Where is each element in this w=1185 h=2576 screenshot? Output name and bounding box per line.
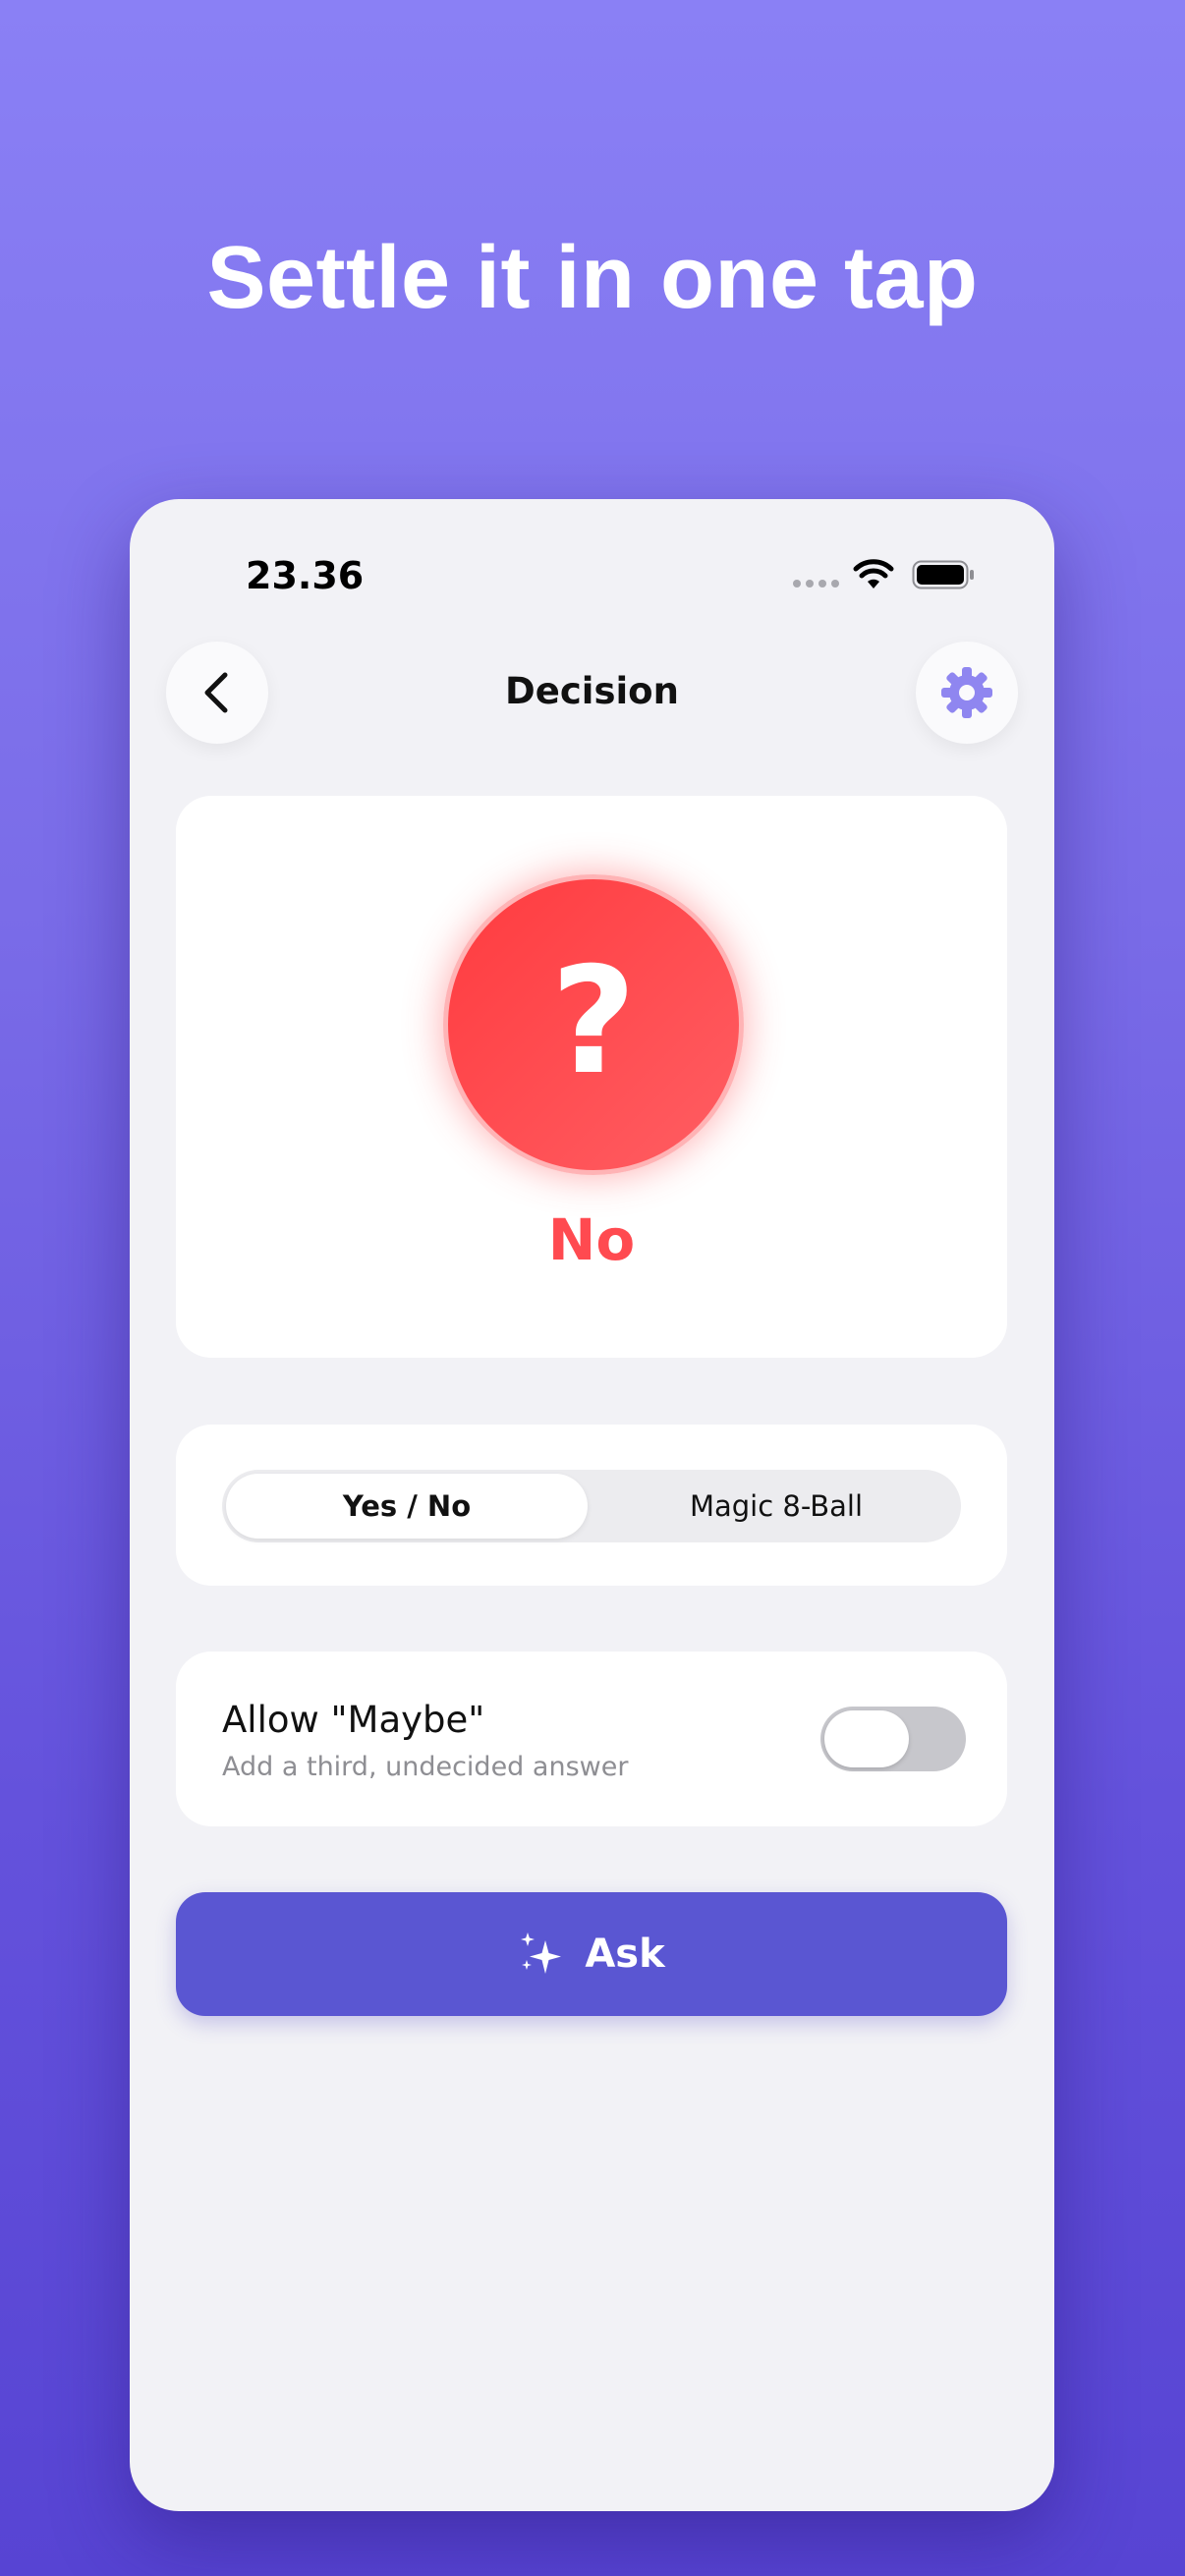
answer-text: No xyxy=(547,1206,636,1273)
battery-icon xyxy=(912,560,974,589)
allow-maybe-description: Add a third, undecided answer xyxy=(222,1752,629,1782)
phone-screen: 23.36 Decision ? No Yes / No Magic 8-Bal… xyxy=(130,499,1054,2511)
sparkles-icon xyxy=(521,1932,562,1974)
wifi-icon xyxy=(853,559,894,588)
toggle-knob xyxy=(824,1710,909,1767)
mode-option-magic-8-ball[interactable]: Magic 8-Ball xyxy=(595,1474,957,1539)
signal-dots-icon xyxy=(793,580,839,588)
status-time: 23.36 xyxy=(246,554,365,597)
allow-maybe-label: Allow "Maybe" xyxy=(222,1699,485,1741)
answer-orb[interactable]: ? xyxy=(443,874,744,1175)
mode-card: Yes / No Magic 8-Ball xyxy=(176,1425,1007,1586)
settings-button[interactable] xyxy=(916,642,1018,744)
allow-maybe-toggle[interactable] xyxy=(820,1707,966,1771)
ask-button[interactable]: Ask xyxy=(176,1892,1007,2016)
question-mark-icon: ? xyxy=(550,936,637,1107)
result-card: ? No xyxy=(176,796,1007,1358)
mode-segmented-control: Yes / No Magic 8-Ball xyxy=(222,1470,961,1542)
allow-maybe-row: Allow "Maybe" Add a third, undecided ans… xyxy=(176,1652,1007,1826)
mode-option-yes-no[interactable]: Yes / No xyxy=(226,1474,588,1539)
ask-button-label: Ask xyxy=(585,1932,665,1977)
headline: Settle it in one tap xyxy=(206,229,979,327)
gear-icon xyxy=(941,667,992,718)
